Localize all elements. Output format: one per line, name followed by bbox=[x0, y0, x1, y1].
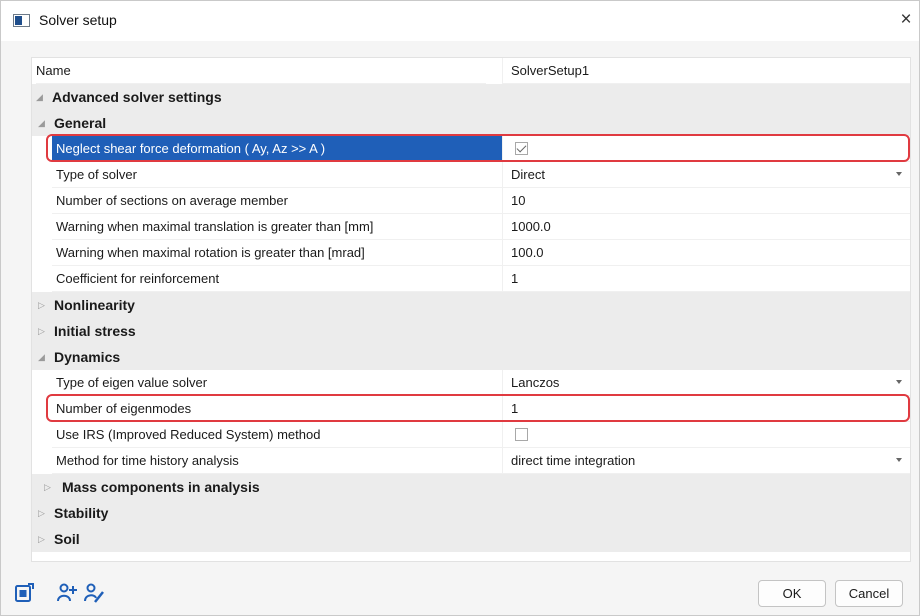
property-label: Number of sections on average member bbox=[52, 188, 502, 214]
group-general[interactable]: ◢ General bbox=[32, 110, 910, 136]
property-label: Neglect shear force deformation ( Ay, Az… bbox=[52, 136, 502, 162]
close-button[interactable]: × bbox=[895, 9, 917, 31]
group-label: Soil bbox=[54, 531, 80, 547]
export-icon[interactable] bbox=[13, 582, 35, 604]
dropdown-arrow-icon[interactable] bbox=[896, 172, 902, 176]
add-user-icon[interactable] bbox=[56, 582, 78, 604]
property-value[interactable] bbox=[502, 422, 910, 448]
expand-icon[interactable]: ▷ bbox=[38, 292, 45, 318]
property-label: Type of solver bbox=[52, 162, 502, 188]
property-value[interactable] bbox=[502, 136, 910, 162]
property-row-irs-method[interactable]: Use IRS (Improved Reduced System) method bbox=[32, 422, 910, 448]
group-stability[interactable]: ▷ Stability bbox=[32, 500, 910, 526]
collapse-icon[interactable]: ◢ bbox=[38, 344, 45, 370]
property-value[interactable]: 1000.0 bbox=[502, 214, 910, 240]
property-label: Use IRS (Improved Reduced System) method bbox=[52, 422, 502, 448]
property-label: Number of eigenmodes bbox=[52, 396, 502, 422]
group-dynamics[interactable]: ◢ Dynamics bbox=[32, 344, 910, 370]
cancel-button[interactable]: Cancel bbox=[835, 580, 903, 607]
window-title: Solver setup bbox=[39, 12, 117, 28]
solver-type-select[interactable]: Direct bbox=[502, 162, 910, 188]
select-value: direct time integration bbox=[511, 453, 636, 468]
property-row-eigenmodes[interactable]: Number of eigenmodes 1 bbox=[32, 396, 910, 422]
select-value: Direct bbox=[511, 167, 545, 182]
property-label: Coefficient for reinforcement bbox=[52, 266, 502, 292]
expand-icon[interactable]: ▷ bbox=[38, 526, 45, 552]
group-label: Dynamics bbox=[54, 349, 121, 365]
name-row[interactable]: Name SolverSetup1 bbox=[32, 58, 910, 84]
property-row-sections[interactable]: Number of sections on average member 10 bbox=[32, 188, 910, 214]
group-label: General bbox=[54, 115, 107, 131]
expand-icon[interactable]: ▷ bbox=[38, 318, 45, 344]
solver-setup-dialog: Solver setup × Name SolverSetup1 ◢ Advan… bbox=[0, 0, 920, 616]
property-value[interactable]: 1 bbox=[502, 396, 910, 422]
dropdown-arrow-icon[interactable] bbox=[896, 458, 902, 462]
title-bar: Solver setup × bbox=[1, 1, 919, 41]
property-label: Type of eigen value solver bbox=[52, 370, 502, 396]
property-row-time-history[interactable]: Method for time history analysis direct … bbox=[32, 448, 910, 474]
property-row-max-translation[interactable]: Warning when maximal translation is grea… bbox=[32, 214, 910, 240]
property-value[interactable]: 10 bbox=[502, 188, 910, 214]
group-label: Stability bbox=[54, 505, 109, 521]
property-row-type-of-solver[interactable]: Type of solver Direct bbox=[32, 162, 910, 188]
select-value: Lanczos bbox=[511, 375, 560, 390]
property-grid: Name SolverSetup1 ◢ Advanced solver sett… bbox=[31, 57, 911, 562]
time-history-select[interactable]: direct time integration bbox=[502, 448, 910, 474]
group-soil[interactable]: ▷ Soil bbox=[32, 526, 910, 552]
expand-icon[interactable]: ▷ bbox=[38, 500, 45, 526]
group-label: Initial stress bbox=[54, 323, 136, 339]
group-label: Mass components in analysis bbox=[62, 479, 260, 495]
group-label: Nonlinearity bbox=[54, 297, 135, 313]
property-row-max-rotation[interactable]: Warning when maximal rotation is greater… bbox=[32, 240, 910, 266]
name-value[interactable]: SolverSetup1 bbox=[502, 58, 910, 84]
window-icon bbox=[13, 14, 30, 27]
ok-button[interactable]: OK bbox=[758, 580, 826, 607]
dropdown-arrow-icon[interactable] bbox=[896, 380, 902, 384]
dialog-footer: OK Cancel bbox=[1, 566, 919, 616]
collapse-icon[interactable]: ◢ bbox=[36, 84, 43, 110]
name-label: Name bbox=[36, 58, 486, 84]
property-value[interactable]: 100.0 bbox=[502, 240, 910, 266]
property-label: Warning when maximal rotation is greater… bbox=[52, 240, 502, 266]
group-mass-components[interactable]: ▷ Mass components in analysis bbox=[32, 474, 910, 500]
property-row-neglect-shear[interactable]: Neglect shear force deformation ( Ay, Az… bbox=[32, 136, 910, 162]
neglect-shear-checkbox[interactable] bbox=[515, 142, 528, 155]
property-row-eigen-solver[interactable]: Type of eigen value solver Lanczos bbox=[32, 370, 910, 396]
irs-checkbox[interactable] bbox=[515, 428, 528, 441]
edit-user-icon[interactable] bbox=[83, 582, 105, 604]
group-label: Advanced solver settings bbox=[52, 89, 222, 105]
group-initial-stress[interactable]: ▷ Initial stress bbox=[32, 318, 910, 344]
property-label: Warning when maximal translation is grea… bbox=[52, 214, 502, 240]
group-nonlinearity[interactable]: ▷ Nonlinearity bbox=[32, 292, 910, 318]
collapse-icon[interactable]: ◢ bbox=[38, 110, 45, 136]
eigen-solver-select[interactable]: Lanczos bbox=[502, 370, 910, 396]
property-value[interactable]: 1 bbox=[502, 266, 910, 292]
group-advanced-solver-settings[interactable]: ◢ Advanced solver settings bbox=[32, 84, 910, 110]
expand-icon[interactable]: ▷ bbox=[44, 474, 51, 500]
property-row-reinforcement-coefficient[interactable]: Coefficient for reinforcement 1 bbox=[32, 266, 910, 292]
property-label: Method for time history analysis bbox=[52, 448, 502, 474]
